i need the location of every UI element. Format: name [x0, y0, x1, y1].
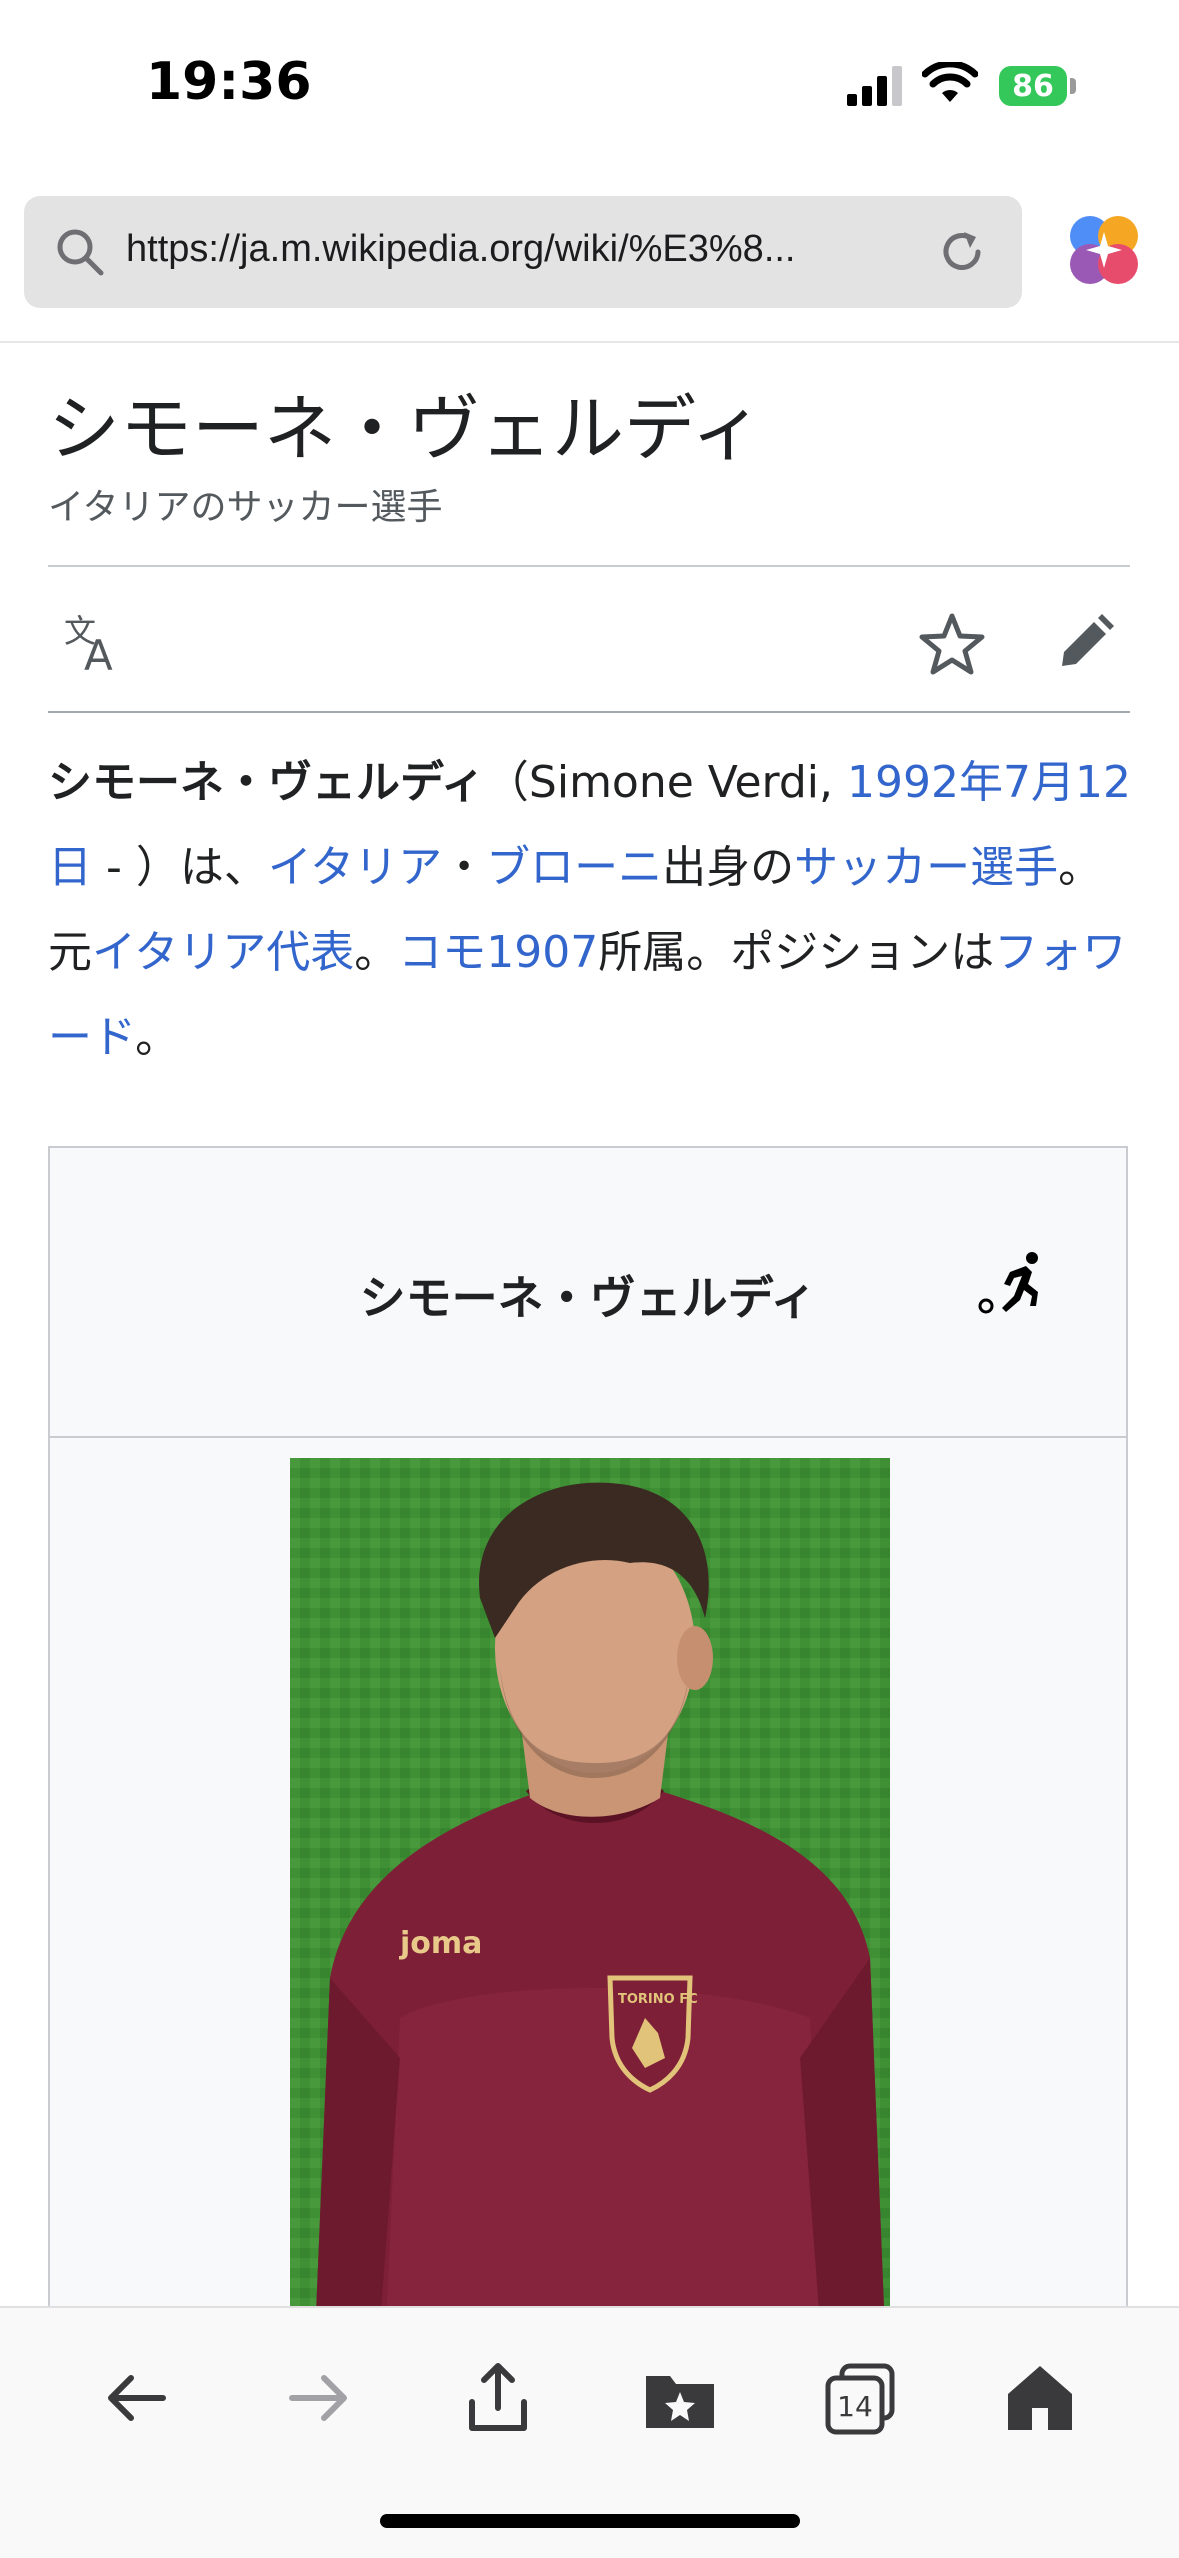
- divider: [0, 341, 1179, 343]
- lead-text: 。: [135, 1012, 180, 1063]
- lead-paragraph: シモーネ・ヴェルディ（Simone Verdi, 1992年7月12日 - ）は…: [48, 740, 1138, 1080]
- badge-text: TORINO FC: [618, 1992, 698, 2007]
- assistant-icon[interactable]: [1066, 212, 1142, 288]
- link-club[interactable]: コモ1907: [398, 927, 598, 978]
- page-subtitle: イタリアのサッカー選手: [48, 487, 443, 528]
- url-text[interactable]: https://ja.m.wikipedia.org/wiki/%E3%8...: [126, 228, 926, 271]
- infobox-title: シモーネ・ヴェルディ: [359, 1271, 817, 1325]
- home-indicator: [380, 2514, 800, 2528]
- infobox-header: シモーネ・ヴェルディ: [50, 1148, 1126, 1438]
- svg-text:A: A: [84, 631, 113, 680]
- home-icon[interactable]: [1000, 2358, 1080, 2438]
- search-icon: [57, 229, 104, 276]
- status-time: 19:36: [146, 52, 312, 112]
- lead-text: 所属。ポジションは: [598, 927, 995, 978]
- divider: [48, 565, 1130, 567]
- tabs-count: 14: [837, 2390, 873, 2423]
- reload-icon[interactable]: [934, 224, 990, 280]
- language-icon[interactable]: 文 A: [60, 608, 132, 680]
- bookmarks-icon[interactable]: [640, 2358, 720, 2438]
- link-country[interactable]: イタリア: [268, 842, 442, 893]
- wifi-icon: [922, 62, 978, 102]
- battery-level: 86: [1012, 68, 1054, 104]
- status-bar: 19:36 86: [0, 0, 1179, 170]
- share-icon[interactable]: [458, 2358, 538, 2438]
- article-name-bold: シモーネ・ヴェルディ: [48, 757, 485, 808]
- edit-pencil-icon[interactable]: [1048, 608, 1120, 680]
- battery-tip: [1070, 78, 1076, 94]
- address-bar[interactable]: https://ja.m.wikipedia.org/wiki/%E3%8...: [24, 196, 1022, 308]
- divider: [48, 711, 1130, 713]
- cellular-signal-icon: [847, 66, 902, 106]
- battery-indicator: 86: [999, 66, 1067, 106]
- back-arrow-icon[interactable]: [97, 2358, 177, 2438]
- lead-text: - ）は、: [92, 842, 268, 893]
- watch-star-icon[interactable]: [916, 608, 988, 680]
- link-sport[interactable]: サッカー選手: [794, 842, 1058, 893]
- link-city[interactable]: ブローニ: [486, 842, 662, 893]
- lead-text: 出身の: [662, 842, 795, 893]
- tabs-icon[interactable]: 14: [820, 2358, 900, 2438]
- page-title: シモーネ・ヴェルディ: [48, 387, 763, 471]
- lead-text: 。: [354, 927, 399, 978]
- lead-text: （Simone Verdi,: [484, 757, 847, 808]
- shirt-sponsor-text: joma: [399, 1926, 482, 1961]
- lead-text: ・: [442, 842, 487, 893]
- football-player-icon: [978, 1252, 1038, 1314]
- forward-arrow-icon[interactable]: [278, 2358, 358, 2438]
- link-national-team[interactable]: イタリア代表: [92, 927, 354, 978]
